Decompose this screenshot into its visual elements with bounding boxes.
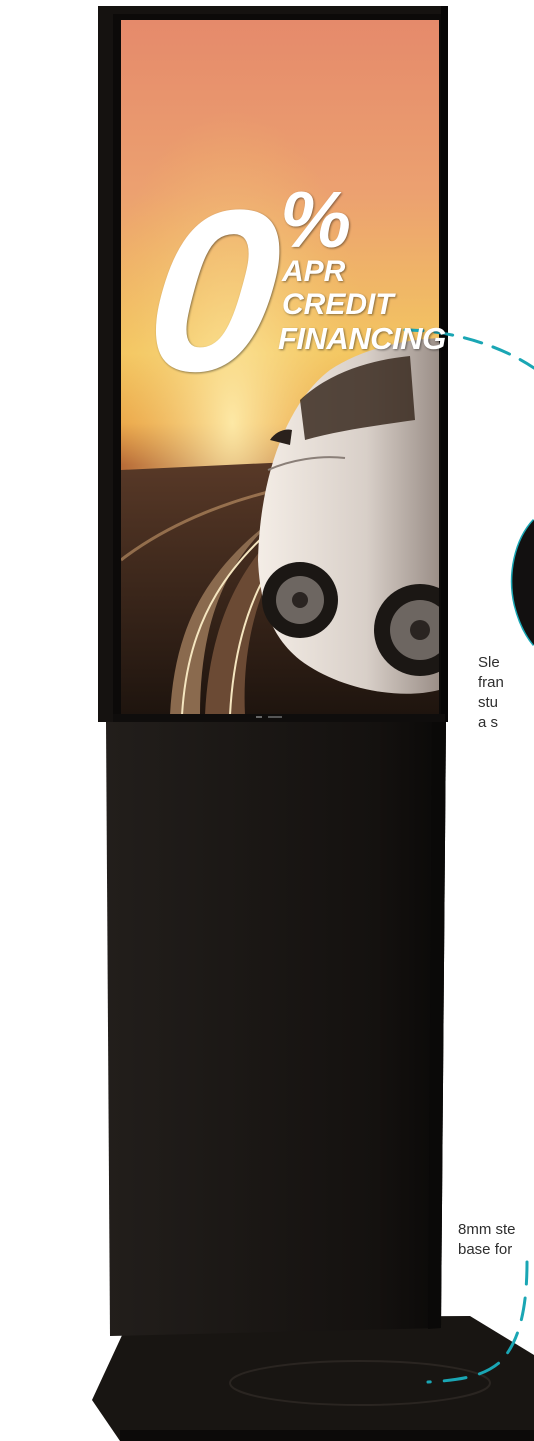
kiosk-pedestal <box>106 722 446 1336</box>
base-callout-line-2: base for <box>458 1241 513 1258</box>
ad-line-credit: CREDIT <box>282 288 394 321</box>
frame-callout-line-4: a s <box>478 714 499 731</box>
base-callout-text: 8mm ste base for <box>458 1220 534 1260</box>
base-callout-line-1: 8mm ste <box>458 1221 516 1238</box>
frame-callout-line-3: stu <box>478 694 499 711</box>
frame-callout-line-1: Sle <box>478 654 500 671</box>
screen-bezel-bottom <box>113 714 445 722</box>
frame-callout-line-2: fran <box>478 674 504 691</box>
ad-zero-digit: 0 <box>136 162 286 419</box>
ad-percent-sign: % <box>280 175 352 264</box>
frame-callout-text: Sle fran stu a s <box>478 653 534 733</box>
ad-line-financing: FINANCING <box>278 321 446 356</box>
ad-line-apr: APR <box>282 255 346 288</box>
